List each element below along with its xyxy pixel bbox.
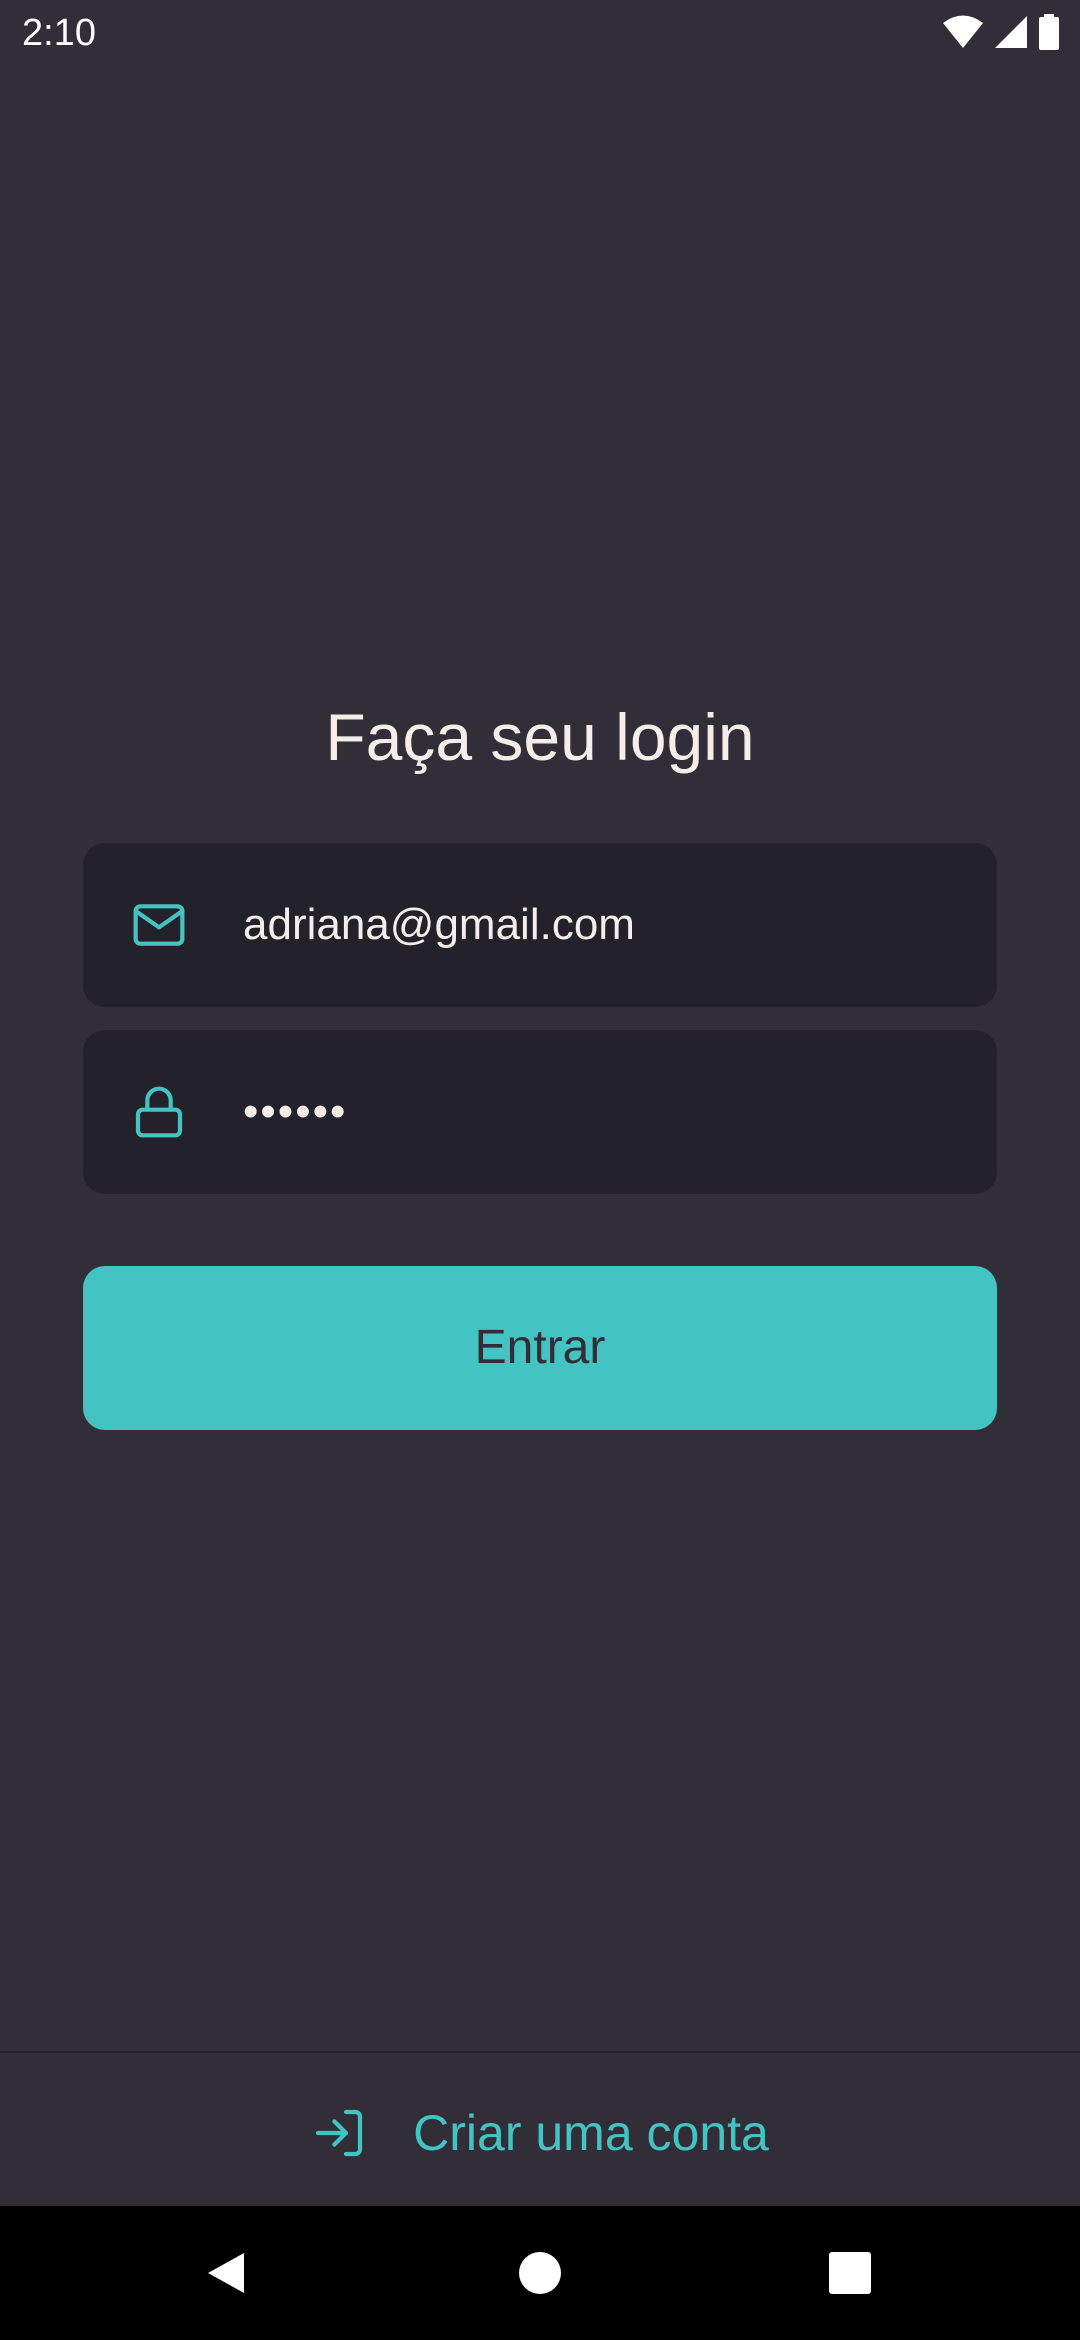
status-time: 2:10: [22, 12, 96, 54]
nav-back-button[interactable]: [159, 2206, 293, 2340]
home-circle-icon: [519, 2252, 561, 2294]
nav-recents-button[interactable]: [783, 2206, 917, 2340]
login-button[interactable]: Entrar: [83, 1266, 997, 1430]
back-triangle-icon: [208, 2253, 244, 2293]
wifi-icon: [942, 14, 984, 50]
recents-square-icon: [829, 2252, 871, 2294]
password-value[interactable]: ••••••: [243, 1030, 347, 1194]
create-account-link[interactable]: Criar uma conta: [0, 2060, 1080, 2206]
page-title: Faça seu login: [325, 700, 755, 774]
signal-icon: [994, 15, 1028, 49]
lock-icon: [131, 1084, 187, 1140]
status-icons: [942, 14, 1060, 50]
battery-icon: [1038, 14, 1060, 50]
email-field[interactable]: adriana@gmail.com: [83, 843, 997, 1007]
footer-divider: [0, 2051, 1080, 2053]
password-field[interactable]: ••••••: [83, 1030, 997, 1194]
log-in-icon: [311, 2105, 367, 2161]
mail-icon: [131, 897, 187, 953]
navigation-bar: [0, 2206, 1080, 2340]
create-account-label[interactable]: Criar uma conta: [413, 2104, 769, 2162]
nav-home-button[interactable]: [473, 2206, 607, 2340]
status-bar: 2:10: [0, 0, 1080, 66]
email-value[interactable]: adriana@gmail.com: [243, 843, 635, 1007]
